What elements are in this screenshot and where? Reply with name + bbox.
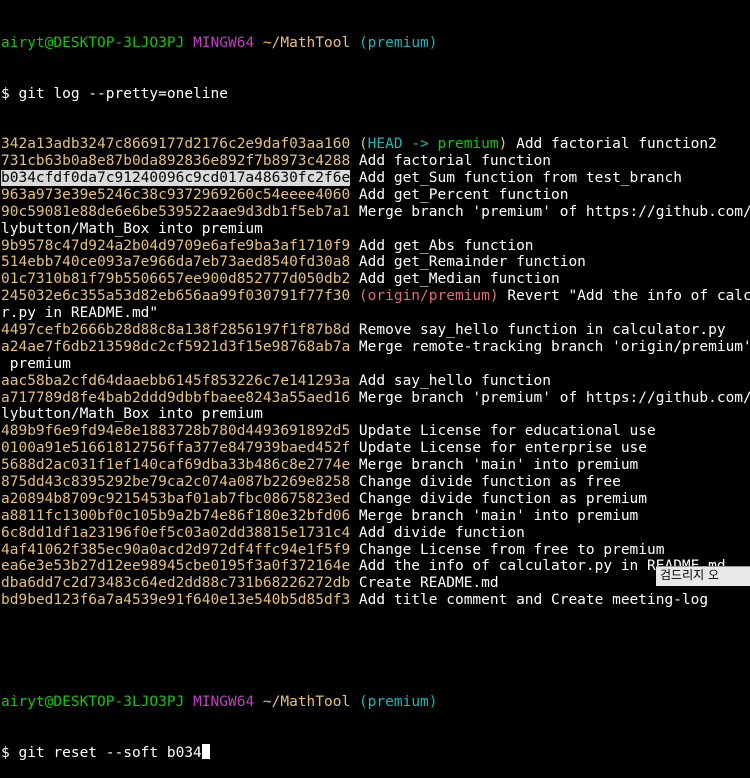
commit-message: Add factorial function <box>350 153 551 170</box>
commit-line: aac58ba2cfd64daaebb6145f853226c7e141293a… <box>1 373 750 390</box>
commit-hash[interactable]: a24ae7f6db213598dc2cf5921d3f15e98768ab7a <box>1 339 350 355</box>
commit-line: dba6dd7c2d73483c64ed2dd88c731b68226272db… <box>1 575 750 592</box>
commit-hash[interactable]: 514ebb740ce093a7e966da7eb73aed8540fd30a8 <box>1 254 350 270</box>
commit-message: Remove say_hello function in calculator.… <box>350 322 726 339</box>
commit-message: Update License for educational use <box>350 423 656 440</box>
commit-line: 731cb63b0a8e87b0da892836e892f7b8973c4288… <box>1 153 750 170</box>
commit-hash[interactable]: a717789d8fe4bab2ddd9dbbfbaee8243a55aed16 <box>1 390 350 406</box>
commit-line: 4497cefb2666b28d88c8a138f2856197f1f87b8d… <box>1 322 750 339</box>
command-line-1: $ git log --pretty=oneline <box>1 86 750 103</box>
commit-line: 9b9578c47d924a2b04d9709e6afe9ba3af1710f9… <box>1 238 750 255</box>
prompt-branch: (premium) <box>358 34 438 51</box>
ime-candidate-popup: 검드리지 오 <box>656 566 750 586</box>
commit-line: 514ebb740ce093a7e966da7eb73aed8540fd30a8… <box>1 254 750 271</box>
commit-hash[interactable]: a8811fc1300bf0c105b9a2b74e86f180e32bfd06 <box>1 508 350 524</box>
command-line-2[interactable]: $ git reset --soft b034 <box>1 744 750 761</box>
terminal-window[interactable]: airyt@DESKTOP-3LJO3PJ MINGW64 ~/MathTool… <box>1 1 750 761</box>
commit-hash[interactable]: 342a13adb3247c8669177d2176c2e9daf03aa160 <box>1 136 350 152</box>
commit-hash[interactable]: 245032e6c355a53d82eb656aa99f030791f77f30 <box>1 288 350 304</box>
ref-open-paren: ( <box>358 136 368 153</box>
commit-hash[interactable]: 9b9578c47d924a2b04d9709e6afe9ba3af1710f9 <box>1 238 350 254</box>
commit-line: 963a973e39e5246c38c9372969260c54eeee4060… <box>1 187 750 204</box>
commit-hash[interactable]: 01c7310b81f79b5506657ee900d852777d050db2 <box>1 271 350 287</box>
commit-message: Add say_hello function <box>350 372 551 389</box>
command-text: $ git log --pretty=oneline <box>1 85 228 102</box>
prompt-app: MINGW64 <box>193 693 255 710</box>
commit-line: 0100a91e51661812756ffa377e847939baed452f… <box>1 440 750 457</box>
commit-message: Merge branch 'premium' of https://github… <box>350 203 750 220</box>
commit-hash[interactable]: 731cb63b0a8e87b0da892836e892f7b8973c4288 <box>1 153 350 169</box>
commit-line: bd9bed123f6a7a4539e91f640e13e540b5d85df3… <box>1 592 750 609</box>
commit-hash[interactable]: b034cfdf0da7c91240096c9cd017a48630fc2f6e <box>1 170 351 186</box>
commit-message: Add get_Abs function <box>350 237 534 254</box>
commit-message-wrap: r.py in README.md" <box>1 305 159 322</box>
git-log-output: 342a13adb3247c8669177d2176c2e9daf03aa160… <box>1 136 750 609</box>
commit-hash[interactable]: 489b9f6e9fd94e8e1883728b780d4493691892d5 <box>1 423 350 439</box>
commit-line: 90c59081e88de6e6be539522aae9d3db1f5eb7a1… <box>1 204 750 221</box>
commit-hash[interactable]: dba6dd7c2d73483c64ed2dd88c731b68226272db <box>1 575 350 591</box>
commit-message: Add factorial function2 <box>507 136 717 153</box>
commit-hash[interactable]: 5688d2ac031f1ef140caf69dba33b486c8e2774e <box>1 457 350 473</box>
commit-message: Change divide function as premium <box>350 490 648 507</box>
prompt-line-2: airyt@DESKTOP-3LJO3PJ MINGW64 ~/MathTool… <box>1 694 750 711</box>
commit-message: Add get_Sum function from test_branch <box>350 170 682 186</box>
commit-hash[interactable]: a20894b8709c9215453baf01ab7fbc08675823ed <box>1 491 350 507</box>
prompt-user: airyt@DESKTOP-3LJO3PJ <box>1 693 185 710</box>
commit-line: a8811fc1300bf0c105b9a2b74e86f180e32bfd06… <box>1 508 750 525</box>
commit-message: Add get_Median function <box>350 271 560 288</box>
commit-message: Update License for enterprise use <box>350 440 648 457</box>
commit-line: a20894b8709c9215453baf01ab7fbc08675823ed… <box>1 491 750 508</box>
prompt-user: airyt@DESKTOP-3LJO3PJ <box>1 34 185 51</box>
commit-hash[interactable]: 963a973e39e5246c38c9372969260c54eeee4060 <box>1 187 350 203</box>
commit-message: Merge branch 'premium' of https://github… <box>350 389 750 406</box>
prompt-line-1: airyt@DESKTOP-3LJO3PJ MINGW64 ~/MathTool… <box>1 35 750 52</box>
commit-message: Revert "Add the info of calculato <box>507 288 750 305</box>
branch-ref: premium <box>437 136 499 153</box>
prompt-app: MINGW64 <box>193 34 255 51</box>
commit-line: 245032e6c355a53d82eb656aa99f030791f77f30… <box>1 288 750 305</box>
commit-line: a24ae7f6db213598dc2cf5921d3f15e98768ab7a… <box>1 339 750 356</box>
commit-hash[interactable]: aac58ba2cfd64daaebb6145f853226c7e141293a <box>1 373 350 389</box>
origin-ref: (origin/premium) <box>350 288 499 305</box>
text-cursor <box>201 744 210 760</box>
commit-message: Add get_Percent function <box>350 186 569 203</box>
commit-line: 875dd43c8395292be79ca2c074a087b2269e8258… <box>1 474 750 491</box>
commit-message: Create README.md <box>350 575 499 592</box>
commit-line: 4af41062f385ec90a0acd2d972df4ffc94e1f5f9… <box>1 542 750 559</box>
commit-message: Add divide function <box>350 524 525 541</box>
commit-hash[interactable]: 90c59081e88de6e6be539522aae9d3db1f5eb7a1 <box>1 204 350 220</box>
commit-message-wrap: lybutton/Math_Box into premium <box>1 406 263 423</box>
commit-line: a717789d8fe4bab2ddd9dbbfbaee8243a55aed16… <box>1 390 750 407</box>
commit-message: Merge remote-tracking branch 'origin/pre… <box>358 338 750 355</box>
commit-hash[interactable]: 6c8dd1df1a23196f0ef5c03a02dd38815e1731c4 <box>1 525 350 541</box>
commit-line: b034cfdf0da7c91240096c9cd017a48630fc2f6e… <box>1 170 750 187</box>
commit-line: 342a13adb3247c8669177d2176c2e9daf03aa160… <box>1 136 750 153</box>
commit-hash[interactable]: ea6e3e53b27d12ee98945cbe0195f3a0f372164e <box>1 558 350 574</box>
commit-line: 6c8dd1df1a23196f0ef5c03a02dd38815e1731c4… <box>1 525 750 542</box>
commit-message: Add title comment and Create meeting-log <box>350 592 709 609</box>
commit-message: Merge branch 'main' into premium <box>350 457 639 474</box>
commit-hash[interactable]: bd9bed123f6a7a4539e91f640e13e540b5d85df3 <box>1 592 350 608</box>
commit-message: Change divide function as free <box>350 474 621 491</box>
commit-message-wrap: premium <box>1 355 71 372</box>
commit-hash[interactable]: 875dd43c8395292be79ca2c074a087b2269e8258 <box>1 474 350 490</box>
prompt-path: ~/MathTool <box>262 34 351 51</box>
commit-message: Change License from free to premium <box>350 541 665 558</box>
commit-hash[interactable]: 0100a91e51661812756ffa377e847939baed452f <box>1 440 350 456</box>
commit-message: Merge branch 'main' into premium <box>350 507 639 524</box>
command-input[interactable]: $ git reset --soft b034 <box>1 745 202 761</box>
commit-message: Add get_Remainder function <box>350 254 586 271</box>
commit-message-wrap: lybutton/Math_Box into premium <box>1 220 263 237</box>
head-ref: HEAD -> <box>367 136 438 153</box>
commit-hash[interactable]: 4497cefb2666b28d88c8a138f2856197f1f87b8d <box>1 322 350 338</box>
commit-line: ea6e3e53b27d12ee98945cbe0195f3a0f372164e… <box>1 558 750 575</box>
prompt-path: ~/MathTool <box>262 693 351 710</box>
commit-line: 489b9f6e9fd94e8e1883728b780d4493691892d5… <box>1 423 750 440</box>
commit-line: 5688d2ac031f1ef140caf69dba33b486c8e2774e… <box>1 457 750 474</box>
commit-hash[interactable]: 4af41062f385ec90a0acd2d972df4ffc94e1f5f9 <box>1 542 350 558</box>
commit-line: 01c7310b81f79b5506657ee900d852777d050db2… <box>1 271 750 288</box>
prompt-branch: (premium) <box>358 693 438 710</box>
